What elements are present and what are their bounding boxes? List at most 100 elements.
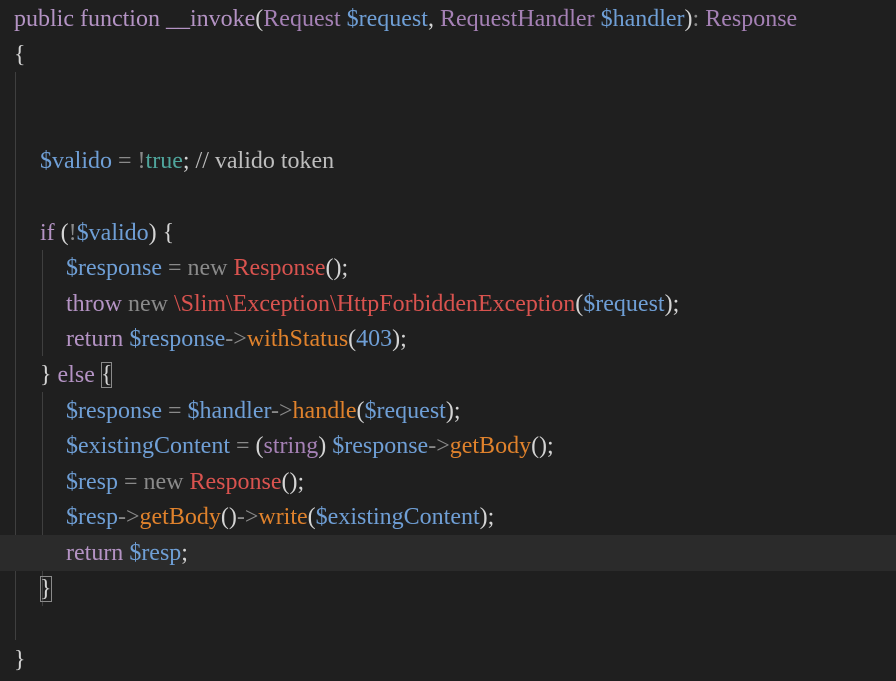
code-line[interactable]: $existingContent = (string) $response->g… [0, 428, 896, 464]
code-editor[interactable]: public function __invoke ( Request $reques… [0, 0, 896, 681]
code-token: = [117, 468, 144, 495]
code-line[interactable]: $response = new Response(); [0, 250, 896, 286]
code-token: () [220, 504, 237, 531]
code-token: $request [583, 290, 665, 317]
code-token: -> [225, 326, 247, 353]
code-token: $handler [600, 6, 685, 32]
code-token: \Slim\Exception\HttpForbiddenException [173, 290, 576, 317]
code-line[interactable]: } [0, 642, 896, 678]
code-token: $response [66, 255, 162, 282]
code-line-text: } [14, 642, 26, 678]
matched-bracket: } [40, 575, 52, 602]
code-line-text: return $resp; [66, 535, 188, 571]
code-token: $resp [66, 468, 118, 495]
code-line-text: public function __invoke(Request $reques… [14, 1, 797, 37]
code-token: $request [346, 6, 428, 32]
code-token: $resp [129, 540, 182, 566]
code-token: getBody [449, 433, 532, 460]
code-token: $valido [40, 148, 112, 175]
code-token: // valido token [195, 148, 335, 175]
code-token: throw [66, 290, 122, 317]
code-line-text: return $response->withStatus(403); [66, 321, 407, 357]
code-token: , [427, 6, 440, 32]
code-token: ); [392, 326, 407, 353]
code-line-text: } else { [40, 357, 113, 393]
code-line-text: $resp->getBody()->write($existingContent… [66, 499, 494, 535]
code-token: string [263, 433, 319, 460]
code-token: ( [307, 504, 316, 531]
code-token: (); [531, 433, 554, 460]
code-token: $response [66, 397, 162, 424]
code-token: $existingContent [66, 433, 230, 460]
code-line[interactable]: $valido = !true; // valido token [0, 143, 896, 179]
code-line-text: if (!$valido) { [40, 215, 174, 251]
code-line[interactable] [0, 108, 896, 144]
code-token: ) [318, 433, 333, 460]
code-line-text: throw new \Slim\Exception\HttpForbiddenE… [66, 286, 679, 322]
code-line-text: $resp = new Response(); [66, 464, 304, 500]
code-line-text: $existingContent = (string) $response->g… [66, 428, 554, 464]
code-token: withStatus [246, 326, 349, 353]
code-line-text: $valido = !true; // valido token [40, 143, 334, 179]
code-token: else [57, 362, 95, 388]
code-token: $request [364, 397, 446, 424]
code-token: handle [292, 397, 357, 424]
code-token: return [66, 326, 124, 353]
code-line[interactable]: { [0, 37, 896, 73]
code-token: $response [332, 433, 429, 460]
code-token: Request [263, 6, 341, 32]
code-token: $existingContent [315, 504, 480, 531]
code-token: $resp [66, 504, 118, 531]
code-line-text: { [14, 37, 26, 73]
code-token: ); [664, 290, 680, 317]
code-token: $response [129, 326, 226, 353]
code-token: __invoke [165, 6, 256, 32]
code-token: -> [428, 433, 450, 460]
code-token: (); [325, 255, 349, 282]
code-line[interactable] [0, 179, 896, 215]
code-token: Response [189, 468, 282, 495]
code-line-text: } [40, 571, 52, 607]
code-token: -> [236, 504, 259, 531]
code-token: ); [445, 397, 461, 424]
code-token: } [14, 646, 26, 673]
matched-bracket: { [100, 362, 113, 388]
code-token: Response [233, 255, 326, 282]
code-token: } [40, 362, 58, 388]
code-token: ! [68, 219, 77, 246]
code-line[interactable]: return $resp; [0, 535, 896, 571]
code-token: = [112, 148, 138, 175]
code-line[interactable]: $resp = new Response(); [0, 464, 896, 500]
code-token: ( [356, 397, 365, 424]
code-token: ! [137, 148, 146, 175]
code-token: = [161, 397, 188, 424]
code-token: ); [479, 504, 495, 531]
code-token: Response [705, 6, 798, 32]
code-line[interactable] [0, 606, 896, 642]
code-token: = [230, 433, 256, 460]
code-line[interactable]: throw new \Slim\Exception\HttpForbiddenE… [0, 286, 896, 322]
code-line[interactable]: if (!$valido) { [0, 215, 896, 251]
code-token: write [258, 504, 308, 531]
code-token: public function [14, 6, 166, 32]
code-line[interactable]: return $response->withStatus(403); [0, 321, 896, 357]
code-token: $valido [76, 219, 149, 246]
code-token: if [40, 219, 55, 246]
code-token: ) [684, 6, 693, 32]
code-token: = [161, 255, 188, 282]
code-line[interactable]: } [0, 571, 896, 607]
code-token: ; [182, 148, 196, 175]
code-line[interactable] [0, 72, 896, 108]
code-line[interactable]: } else { [0, 357, 896, 393]
code-token: 403 [356, 326, 393, 353]
code-token: ( [348, 326, 357, 353]
code-line[interactable]: public function __invoke(Request $reques… [0, 1, 896, 37]
code-token: -> [117, 504, 140, 531]
code-token: ( [54, 219, 69, 246]
code-line[interactable]: $resp->getBody()->write($existingContent… [0, 499, 896, 535]
code-token: getBody [139, 504, 221, 531]
code-token: ( [255, 433, 264, 460]
code-token: new [143, 468, 190, 495]
code-line[interactable]: $response = $handler->handle($request); [0, 393, 896, 429]
